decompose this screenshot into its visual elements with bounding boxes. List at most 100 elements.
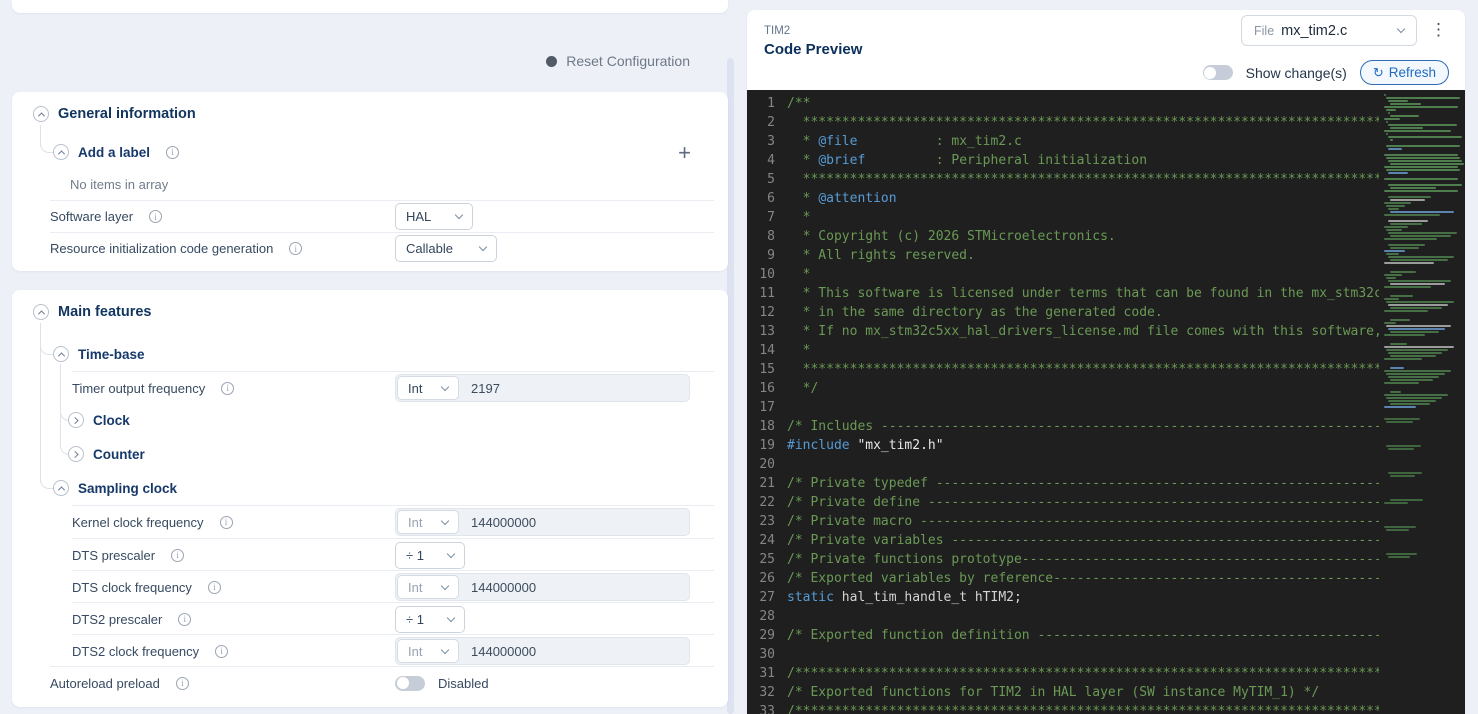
info-icon[interactable]: i bbox=[215, 645, 228, 658]
minimap-bar bbox=[1384, 334, 1425, 336]
code-token: @attention bbox=[818, 191, 896, 206]
collapse-general-button[interactable] bbox=[33, 106, 49, 122]
software-layer-label: Software layer bbox=[50, 209, 133, 224]
info-icon[interactable]: i bbox=[221, 382, 234, 395]
timer-output-frequency-value[interactable]: 2197 bbox=[460, 381, 500, 396]
code-line: 6 * @attention bbox=[747, 189, 1379, 208]
left-panel-scrollbar[interactable] bbox=[727, 58, 734, 714]
code-token: * bbox=[787, 153, 818, 168]
code-text: * @file : mx_tim2.c bbox=[787, 132, 1379, 151]
minimap-bar bbox=[1384, 526, 1416, 528]
timer-output-type-select[interactable]: Int bbox=[397, 376, 459, 400]
line-number: 13 bbox=[747, 322, 787, 341]
code-line: 17 bbox=[747, 398, 1379, 417]
code-text: * This software is licensed under terms … bbox=[787, 284, 1379, 303]
info-icon[interactable]: i bbox=[289, 242, 302, 255]
show-changes-toggle[interactable] bbox=[1203, 65, 1233, 80]
code-token: ****************************************… bbox=[787, 172, 1379, 187]
expand-clock-button[interactable] bbox=[68, 412, 84, 428]
dts2-clock-type-select[interactable]: Int bbox=[397, 639, 459, 663]
code-text: /* Exported function definition --------… bbox=[787, 626, 1379, 645]
minimap-bar bbox=[1388, 148, 1402, 150]
minimap-bar bbox=[1384, 346, 1454, 348]
code-editor[interactable]: 1/**2 **********************************… bbox=[747, 90, 1465, 714]
collapse-time-base-button[interactable] bbox=[53, 346, 69, 362]
clock-title: Clock bbox=[93, 413, 130, 428]
add-item-button[interactable]: + bbox=[678, 144, 691, 162]
code-preview-title: Code Preview bbox=[764, 41, 862, 58]
collapse-main-features-button[interactable] bbox=[33, 304, 49, 320]
code-token: /***************************************… bbox=[787, 666, 1379, 681]
reset-configuration-button[interactable]: Reset Configuration bbox=[12, 53, 690, 69]
code-line: 15 *************************************… bbox=[747, 360, 1379, 379]
code-text: ****************************************… bbox=[787, 360, 1379, 379]
dts-prescaler-label: DTS prescaler bbox=[72, 548, 155, 563]
collapse-add-label-button[interactable] bbox=[53, 144, 69, 160]
line-number: 19 bbox=[747, 436, 787, 455]
code-line: 29/* Exported function definition ------… bbox=[747, 626, 1379, 645]
line-number: 9 bbox=[747, 246, 787, 265]
chevron-up-icon bbox=[57, 150, 64, 157]
minimap-bar bbox=[1390, 403, 1430, 405]
minimap-bar bbox=[1384, 94, 1386, 96]
minimap-bar bbox=[1384, 178, 1458, 180]
resource-init-select[interactable]: Callable bbox=[395, 235, 497, 262]
info-icon[interactable]: i bbox=[166, 146, 179, 159]
dts2-clock-frequency-label: DTS2 clock frequency bbox=[72, 644, 199, 659]
code-text bbox=[787, 455, 1379, 474]
chevron-down-icon bbox=[1397, 25, 1405, 33]
file-select[interactable]: File mx_tim2.c bbox=[1241, 15, 1417, 46]
info-icon[interactable]: i bbox=[149, 210, 162, 223]
dts2-prescaler-select[interactable]: ÷ 1 bbox=[395, 606, 465, 633]
minimap-bar bbox=[1390, 115, 1419, 117]
code-text: * All rights reserved. bbox=[787, 246, 1379, 265]
dts-clock-frequency-value: 144000000 bbox=[460, 580, 536, 595]
minimap-bar bbox=[1386, 553, 1417, 555]
minimap-bar bbox=[1388, 112, 1390, 114]
chevron-down-icon bbox=[447, 549, 455, 557]
minimap-bar bbox=[1384, 310, 1428, 312]
code-line: 31/*************************************… bbox=[747, 664, 1379, 683]
minimap-bar bbox=[1388, 352, 1442, 354]
code-text: /* Private macro -----------------------… bbox=[787, 512, 1379, 531]
kebab-menu-icon[interactable]: ⋮ bbox=[1430, 19, 1447, 41]
dts-prescaler-select[interactable]: ÷ 1 bbox=[395, 542, 465, 569]
code-token: /* Private macro -----------------------… bbox=[787, 514, 1379, 529]
chevron-up-icon bbox=[57, 352, 64, 359]
software-layer-select[interactable]: HAL bbox=[395, 203, 473, 230]
code-token: * bbox=[787, 267, 810, 282]
minimap-bar bbox=[1384, 322, 1396, 324]
code-text: */ bbox=[787, 379, 1379, 398]
show-changes-label: Show change(s) bbox=[1246, 65, 1347, 81]
info-icon[interactable]: i bbox=[171, 549, 184, 562]
add-label-title: Add a label bbox=[78, 145, 150, 160]
refresh-button[interactable]: ↻ Refresh bbox=[1360, 60, 1449, 85]
line-number: 12 bbox=[747, 303, 787, 322]
dts2-clock-frequency-value: 144000000 bbox=[460, 644, 536, 659]
code-line: 26/* Exported variables by reference----… bbox=[747, 569, 1379, 588]
time-base-title: Time-base bbox=[78, 347, 145, 362]
code-text: /* Private variables -------------------… bbox=[787, 531, 1379, 550]
code-line: 11 * This software is licensed under ter… bbox=[747, 284, 1379, 303]
expand-counter-button[interactable] bbox=[68, 446, 84, 462]
minimap-bar bbox=[1384, 394, 1448, 396]
code-text: /* Private functions prototype----------… bbox=[787, 550, 1379, 569]
reset-icon bbox=[546, 56, 557, 67]
kernel-clock-type-select[interactable]: Int bbox=[397, 510, 459, 534]
minimap-bar bbox=[1386, 121, 1388, 123]
autoreload-preload-toggle[interactable] bbox=[395, 676, 425, 691]
code-text bbox=[787, 645, 1379, 664]
dts-prescaler-value: ÷ 1 bbox=[406, 548, 424, 563]
info-icon[interactable]: i bbox=[176, 677, 189, 690]
info-icon[interactable]: i bbox=[208, 581, 221, 594]
collapse-sampling-clock-button[interactable] bbox=[53, 480, 69, 496]
minimap-bar bbox=[1386, 301, 1454, 303]
code-token: /* Exported variables by reference------… bbox=[787, 571, 1379, 586]
info-icon[interactable]: i bbox=[220, 516, 233, 529]
minimap-bar bbox=[1384, 202, 1411, 204]
code-token: /* Private variables -------------------… bbox=[787, 533, 1379, 548]
previous-card-edge bbox=[12, 0, 728, 13]
minimap[interactable] bbox=[1379, 90, 1465, 714]
info-icon[interactable]: i bbox=[178, 613, 191, 626]
dts-clock-type-select[interactable]: Int bbox=[397, 575, 459, 599]
